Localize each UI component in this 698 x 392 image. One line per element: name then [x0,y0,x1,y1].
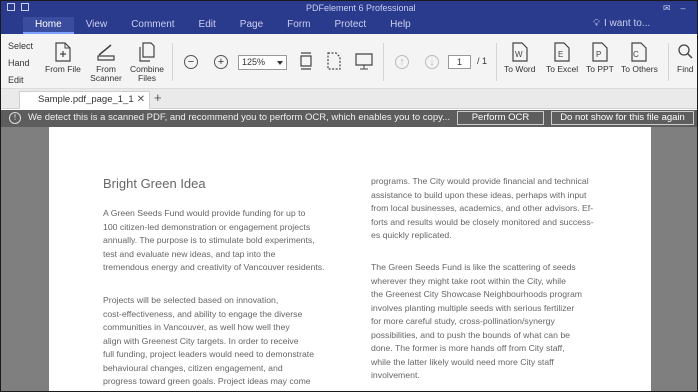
divider [668,43,669,81]
app-logo-icon [7,3,15,11]
right-paragraph-1: programs. The City would provide financi… [371,176,594,240]
search-label: I want to... [604,18,651,29]
pdf-page[interactable]: Bright Green Idea A Green Seeds Fund wou… [49,127,651,391]
dismiss-ocr-button[interactable]: Do not show for this file again [551,111,694,125]
fit-page-button[interactable] [326,51,342,74]
fit-width-button[interactable] [298,51,314,74]
right-paragraph-2: The Green Seeds Fund is like the scatter… [371,262,583,380]
combine-files-button[interactable]: Combine Files [129,42,165,83]
to-others-button[interactable]: C To Others [621,42,658,74]
tab-home[interactable]: Home [23,17,74,34]
zoom-in-icon[interactable]: + [214,55,228,69]
quick-access-toolbar [7,3,29,11]
to-ppt-button[interactable]: P To PPT [586,42,614,74]
divider [172,43,173,81]
document-tab-bar: Sample.pdf_page_1_1 ✕ + [1,89,697,109]
edit-tool[interactable]: Edit [8,75,24,85]
svg-text:W: W [515,50,523,59]
combine-files-icon [139,42,155,62]
svg-text:E: E [558,50,563,59]
page-total: / 1 [477,56,488,66]
chevron-down-icon [277,61,283,65]
zoom-select[interactable]: 125% [238,55,287,70]
select-tool[interactable]: Select [8,41,33,51]
find-button[interactable]: Find [677,42,694,74]
from-file-button[interactable]: From File [45,42,81,74]
left-paragraph-1: A Green Seeds Fund would provide funding… [103,208,325,272]
save-icon[interactable] [21,3,29,11]
excel-file-icon: E [554,42,570,62]
next-page-icon[interactable]: ↓ [425,55,439,69]
app-title: PDFelement 6 Professional [306,3,416,13]
mail-icon[interactable]: ✉ [663,3,671,14]
document-tab[interactable]: Sample.pdf_page_1_1 ✕ [19,91,150,109]
from-scanner-button[interactable]: From Scanner [90,42,122,83]
tab-comment[interactable]: Comment [119,17,186,34]
scanner-icon [97,44,115,61]
search-help[interactable]: 💡︎ I want to... [593,18,650,29]
document-viewer[interactable]: Bright Green Idea A Green Seeds Fund wou… [1,127,697,391]
minimize-icon[interactable]: – [681,3,686,14]
presentation-button[interactable] [354,51,374,74]
ocr-notification-bar: ! We detect this is a scanned PDF, and r… [1,110,697,127]
title-bar: PDFelement 6 Professional ✉ – Home View … [1,1,697,34]
hand-tool[interactable]: Hand [8,58,30,68]
zoom-out-icon[interactable]: − [184,55,198,69]
presentation-icon [355,53,373,70]
menu-tabs: Home View Comment Edit Page Form Protect… [23,17,423,34]
app-window: PDFelement 6 Professional ✉ – Home View … [0,0,698,392]
document-heading: Bright Green Idea [103,176,206,191]
page-number-input[interactable]: 1 [448,55,471,69]
document-tab-label: Sample.pdf_page_1_1 [38,94,134,105]
close-icon[interactable]: ✕ [137,92,145,108]
svg-text:P: P [596,50,601,59]
tab-protect[interactable]: Protect [322,17,378,34]
divider [383,43,384,81]
to-word-button[interactable]: W To Word [504,42,536,74]
left-paragraph-2: Projects will be selected based on innov… [103,295,315,386]
ribbon-toolbar: Select Hand Edit From File From Scanner … [1,34,697,89]
tab-form[interactable]: Form [275,17,322,34]
tab-view[interactable]: View [74,17,120,34]
zoom-value: 125% [242,57,266,67]
search-icon [678,44,693,59]
new-tab-icon[interactable]: + [154,90,162,105]
svg-text:C: C [633,50,639,59]
new-file-icon [55,42,71,62]
lightbulb-icon: 💡︎ [593,18,600,29]
fit-page-icon [327,52,341,70]
info-icon: ! [9,112,21,124]
perform-ocr-button[interactable]: Perform OCR [457,111,544,125]
window-controls: ✉ – [663,3,686,14]
other-file-icon: C [631,42,648,62]
tab-edit[interactable]: Edit [187,17,228,34]
tab-page[interactable]: Page [228,17,275,34]
ocr-message: We detect this is a scanned PDF, and rec… [28,112,451,123]
ppt-file-icon: P [592,42,608,62]
divider [496,43,497,81]
to-excel-button[interactable]: E To Excel [546,42,578,74]
previous-page-icon[interactable]: ↑ [395,55,409,69]
fit-width-icon [300,52,312,70]
word-file-icon: W [512,42,528,62]
tab-help[interactable]: Help [378,17,423,34]
